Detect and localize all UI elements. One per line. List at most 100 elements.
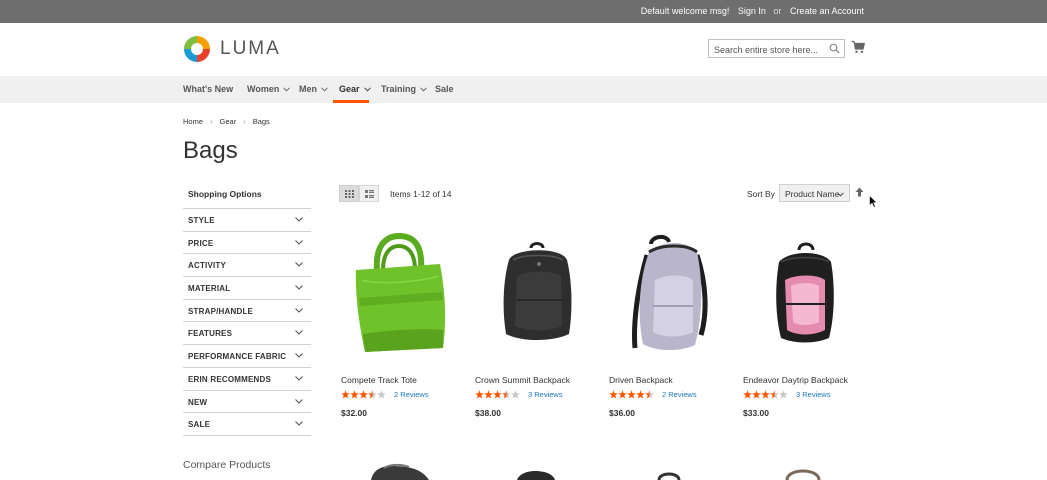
active-nav-indicator xyxy=(333,100,369,103)
product-price: $38.00 xyxy=(475,408,501,418)
reviews-link[interactable]: 2 Reviews xyxy=(394,390,429,399)
breadcrumb-separator-icon: › xyxy=(210,117,213,126)
filter-label: ACTIVITY xyxy=(188,261,227,271)
filter-material[interactable]: MATERIAL xyxy=(183,277,311,300)
chevron-down-icon xyxy=(283,86,291,92)
product-image-partial[interactable] xyxy=(339,462,464,480)
create-account-link[interactable]: Create an Account xyxy=(790,6,864,16)
star-rating-icon xyxy=(341,390,386,399)
page-title: Bags xyxy=(183,137,238,164)
chevron-down-icon xyxy=(295,239,303,245)
nav-item-gear[interactable]: Gear xyxy=(339,84,371,94)
or-text: or xyxy=(773,6,782,16)
chevron-down-icon xyxy=(295,375,303,381)
chevron-down-icon xyxy=(295,285,303,290)
product-image[interactable] xyxy=(741,230,866,365)
filter-sale[interactable]: SALE xyxy=(183,413,311,436)
bag-image-icon xyxy=(371,463,429,480)
filter-label: STYLE xyxy=(188,216,215,225)
chevron-down-icon xyxy=(295,398,303,404)
product-price: $32.00 xyxy=(341,408,367,418)
black-backpack-icon xyxy=(503,242,572,340)
filter-label: PERFORMANCE FABRIC xyxy=(188,352,287,362)
filter-style[interactable]: STYLE xyxy=(183,209,311,232)
search-input[interactable] xyxy=(709,41,824,59)
bag-image-icon xyxy=(785,469,821,480)
breadcrumb-home[interactable]: Home xyxy=(183,117,203,126)
product-item[interactable]: Compete Track Tote 2 Reviews $32.00 xyxy=(339,230,464,418)
filter-performance-fabric[interactable]: PERFORMANCE FABRIC xyxy=(183,345,311,368)
search-box[interactable] xyxy=(708,39,845,59)
logo-text: LUMA xyxy=(220,38,281,59)
filter-erin-recommends[interactable]: ERIN RECOMMENDS xyxy=(183,368,311,391)
filter-activity[interactable]: ACTIVITY xyxy=(183,254,311,278)
bag-image-icon xyxy=(517,471,555,480)
product-rating: 3 Reviews xyxy=(475,390,563,399)
logo[interactable]: LUMA xyxy=(183,35,281,63)
filter-label: SALE xyxy=(188,420,211,430)
product-image[interactable] xyxy=(607,230,732,365)
breadcrumb: Home › Gear › Bags xyxy=(183,117,270,126)
search-icon[interactable] xyxy=(829,43,840,54)
product-item[interactable]: Endeavor Daytrip Backpack 3 Reviews $33.… xyxy=(741,230,866,418)
filter-label: PRICE xyxy=(188,238,214,248)
grid-view-button[interactable] xyxy=(339,185,359,202)
filter-features[interactable]: FEATURES xyxy=(183,322,311,346)
sort-by-value: Product Name xyxy=(785,189,840,199)
product-item[interactable]: Crown Summit Backpack 3 Reviews $38.00 xyxy=(473,230,598,418)
product-rating: 3 Reviews xyxy=(743,390,831,399)
list-icon xyxy=(365,190,374,198)
filter-price[interactable]: PRICE xyxy=(183,232,311,255)
reviews-link[interactable]: 3 Reviews xyxy=(528,390,563,399)
star-rating-icon xyxy=(475,390,520,399)
header-links: Default welcome msg! Sign In or Create a… xyxy=(635,6,864,16)
pink-backpack-icon xyxy=(776,242,834,343)
nav-item-label: Sale xyxy=(435,84,454,94)
chevron-down-icon xyxy=(295,307,303,313)
chevron-down-icon xyxy=(295,330,303,336)
product-image-partial[interactable] xyxy=(741,462,866,480)
product-name[interactable]: Driven Backpack xyxy=(609,375,673,385)
chevron-down-icon xyxy=(295,421,303,426)
cart-icon[interactable] xyxy=(851,40,865,54)
star-rating-icon xyxy=(743,390,788,399)
product-image[interactable] xyxy=(339,230,464,365)
green-tote-bag-icon xyxy=(355,232,446,352)
filter-label: STRAP/HANDLE xyxy=(188,306,254,316)
product-name[interactable]: Compete Track Tote xyxy=(341,375,417,385)
sort-by-select[interactable]: Product Name xyxy=(779,184,850,202)
product-image-partial[interactable] xyxy=(607,462,732,480)
breadcrumb-gear[interactable]: Gear xyxy=(220,117,237,126)
sort-direction-arrow-up-icon[interactable] xyxy=(855,187,864,197)
toolbar-amount: Items 1-12 of 14 xyxy=(390,189,452,199)
sort-by-label: Sort By xyxy=(747,189,775,199)
breadcrumb-separator-icon: › xyxy=(243,117,246,126)
product-price: $33.00 xyxy=(743,408,769,418)
product-item[interactable]: Driven Backpack 2 Reviews $36.00 xyxy=(607,230,732,418)
product-image-partial[interactable] xyxy=(473,462,598,480)
nav-item-training[interactable]: Training xyxy=(381,84,427,94)
breadcrumb-bags: Bags xyxy=(252,117,270,126)
chevron-down-icon xyxy=(321,86,328,92)
sign-in-link[interactable]: Sign In xyxy=(738,6,766,16)
filter-label: ERIN RECOMMENDS xyxy=(188,374,272,384)
chevron-down-icon xyxy=(295,217,303,222)
reviews-link[interactable]: 2 Reviews xyxy=(662,390,697,399)
list-view-button[interactable] xyxy=(359,185,379,202)
chevron-down-icon xyxy=(420,86,427,92)
nav-item-women[interactable]: Women xyxy=(247,84,291,94)
product-image[interactable] xyxy=(473,230,598,365)
product-name[interactable]: Crown Summit Backpack xyxy=(475,375,570,385)
nav-item-men[interactable]: Men xyxy=(299,84,328,94)
welcome-message: Default welcome msg! xyxy=(640,6,730,16)
product-name[interactable]: Endeavor Daytrip Backpack xyxy=(743,375,848,385)
filter-strap-handle[interactable]: STRAP/HANDLE xyxy=(183,300,311,323)
nav-item-sale[interactable]: Sale xyxy=(435,84,454,94)
nav-item-whats-new[interactable]: What's New xyxy=(183,84,233,94)
compare-products-title: Compare Products xyxy=(183,459,271,471)
reviews-link[interactable]: 3 Reviews xyxy=(796,390,831,399)
product-rating: 2 Reviews xyxy=(609,390,697,399)
star-rating-icon xyxy=(609,390,654,399)
filter-new[interactable]: NEW xyxy=(183,391,311,414)
chevron-down-icon xyxy=(837,192,844,197)
